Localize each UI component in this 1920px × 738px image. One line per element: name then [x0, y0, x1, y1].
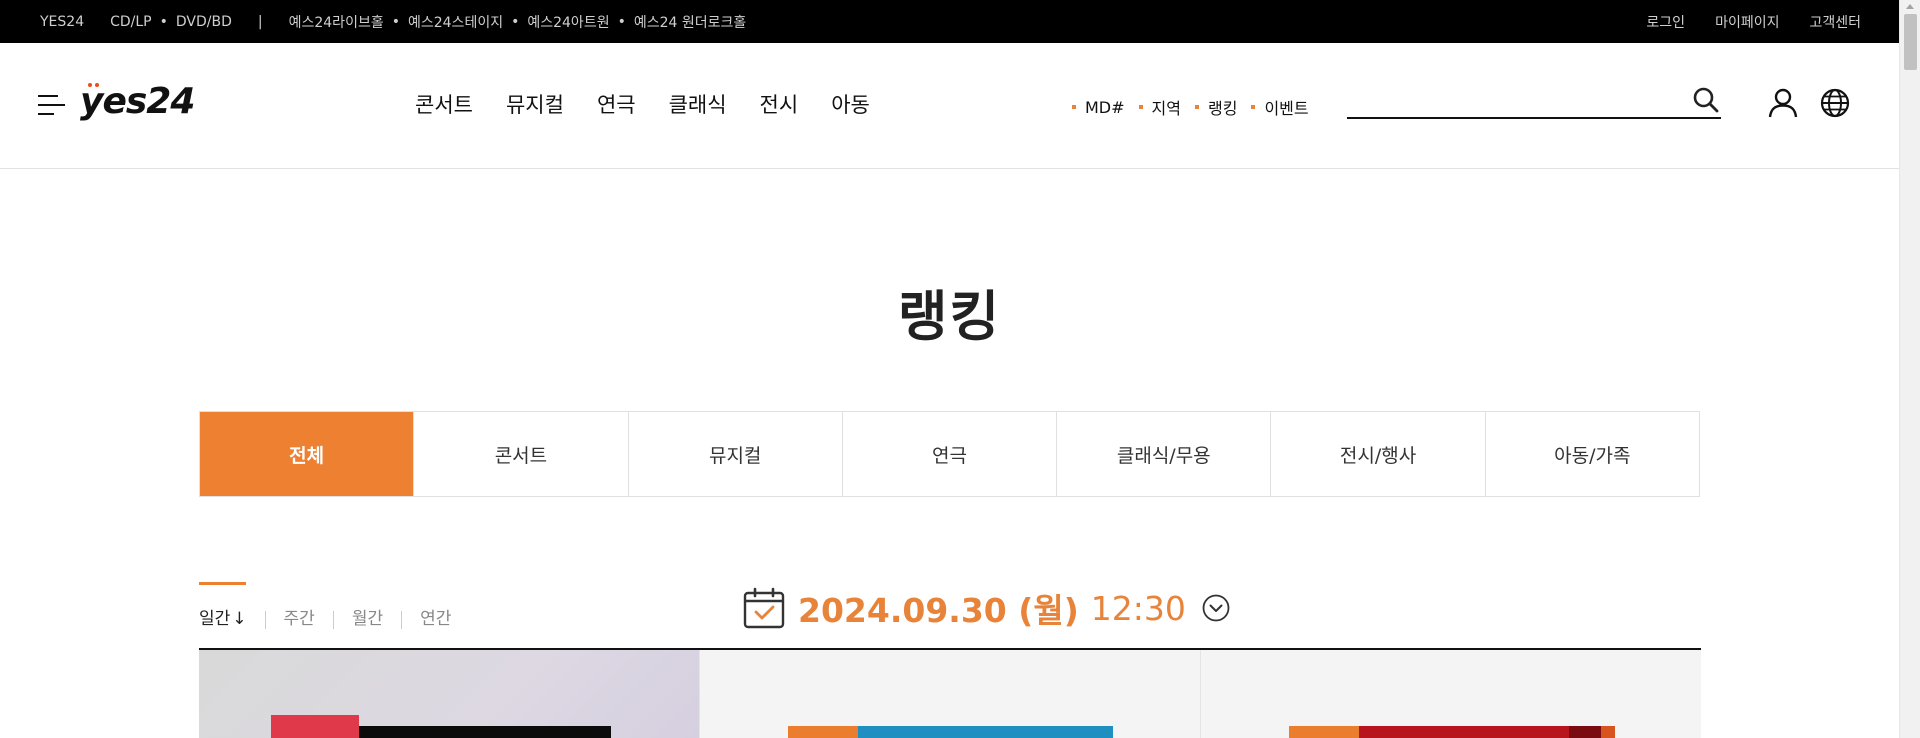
active-period-indicator	[199, 582, 246, 585]
ranking-card[interactable]	[699, 650, 1200, 738]
ranking-card[interactable]	[199, 650, 699, 738]
period-yearly[interactable]: 연간	[420, 604, 451, 629]
subnav-ranking[interactable]: 랭킹	[1194, 95, 1238, 119]
venue-link-artone[interactable]: 예스24아트원	[527, 12, 609, 32]
period-weekly[interactable]: 주간	[284, 604, 315, 629]
gnb-exhibition[interactable]: 전시	[760, 89, 799, 119]
poster-image	[1359, 726, 1569, 738]
poster-image	[1569, 726, 1601, 738]
tab-play[interactable]: 연극	[841, 412, 1056, 496]
user-icon[interactable]	[1767, 87, 1799, 119]
date-selector[interactable]: 2024.09.30 (월) 12:30	[742, 585, 1230, 631]
tab-all[interactable]: 전체	[200, 412, 414, 496]
separator-pipe: |	[257, 13, 263, 30]
subnav-event-label: 이벤트	[1264, 99, 1309, 118]
top-utility-bar: YES24 CD/LP • DVD/BD | 예스24라이브홀 • 예스24스테…	[0, 0, 1899, 43]
subnav-region[interactable]: 지역	[1138, 95, 1181, 119]
chevron-down-icon[interactable]	[1202, 594, 1230, 622]
globe-icon[interactable]	[1819, 87, 1851, 119]
yes24-link[interactable]: YES24	[40, 14, 84, 30]
scroll-up-icon[interactable]	[1906, 4, 1914, 9]
period-daily-label: 일간	[199, 609, 231, 629]
bullet-icon	[1138, 105, 1143, 109]
customer-center-link[interactable]: 고객센터	[1809, 12, 1861, 32]
poster-image	[359, 726, 611, 738]
period-monthly[interactable]: 월간	[352, 604, 383, 629]
scrollbar-thumb[interactable]	[1904, 14, 1917, 70]
poster-image	[1289, 726, 1359, 738]
top-bar-right: 로그인 마이페이지 고객센터	[1616, 0, 1861, 43]
search-box	[1347, 85, 1721, 119]
sort-arrow-icon: ↓	[232, 609, 247, 629]
poster-image	[1601, 726, 1615, 738]
separator-dot: •	[617, 13, 626, 30]
subnav-md[interactable]: MD#	[1072, 98, 1125, 117]
poster-image	[271, 715, 359, 738]
subnav-region-label: 지역	[1151, 99, 1181, 118]
tab-exhibition-event[interactable]: 전시/행사	[1270, 412, 1484, 496]
login-link[interactable]: 로그인	[1646, 12, 1685, 32]
top-bar-left: YES24 CD/LP • DVD/BD | 예스24라이브홀 • 예스24스테…	[40, 0, 746, 43]
ranking-card[interactable]	[1200, 650, 1701, 738]
venue-link-wonderrock[interactable]: 예스24 원더로크홀	[634, 12, 746, 32]
page-scrollbar[interactable]	[1899, 0, 1920, 738]
separator	[332, 610, 334, 629]
ranking-time: 12:30	[1090, 588, 1186, 628]
separator	[264, 610, 266, 629]
tab-concert[interactable]: 콘서트	[413, 412, 627, 496]
menu-icon[interactable]	[38, 95, 65, 115]
search-icon[interactable]	[1691, 85, 1721, 115]
category-tabs: 전체 콘서트 뮤지컬 연극 클래식/무용 전시/행사 아동/가족	[199, 411, 1700, 497]
ranking-date: 2024.09.30 (월)	[798, 591, 1079, 630]
yes24-logo[interactable]: yes24	[80, 81, 195, 122]
tab-classic-dance[interactable]: 클래식/무용	[1056, 412, 1270, 496]
period-daily[interactable]: 일간 ↓	[199, 604, 247, 629]
tab-musical[interactable]: 뮤지컬	[627, 412, 842, 496]
period-selector: 일간 ↓ 주간 월간 연간	[199, 604, 451, 629]
logo-accent	[88, 83, 100, 87]
gnb-kids[interactable]: 아동	[831, 89, 870, 119]
dvdbd-link[interactable]: DVD/BD	[176, 14, 232, 30]
subnav-ranking-label: 랭킹	[1207, 99, 1238, 118]
mypage-link[interactable]: 마이페이지	[1715, 12, 1779, 32]
separator-dot: •	[511, 13, 520, 30]
venue-link-livehall[interactable]: 예스24라이브홀	[289, 12, 384, 32]
main-header: yes24 콘서트 뮤지컬 연극 클래식 전시 아동 MD# 지역 랭킹 이벤트	[0, 43, 1899, 169]
separator-dot: •	[391, 13, 400, 30]
ranking-cards	[199, 650, 1701, 738]
subnav-md-label: MD#	[1085, 97, 1125, 117]
gnb-play[interactable]: 연극	[597, 89, 636, 119]
gnb-musical[interactable]: 뮤지컬	[506, 89, 564, 119]
bullet-icon	[1072, 105, 1076, 109]
subnav-event[interactable]: 이벤트	[1251, 95, 1309, 119]
sub-nav: MD# 지역 랭킹 이벤트	[1072, 95, 1323, 119]
bullet-icon	[1251, 105, 1256, 109]
tab-kids-family[interactable]: 아동/가족	[1484, 412, 1699, 496]
search-input[interactable]	[1347, 85, 1677, 115]
calendar-icon	[743, 587, 785, 629]
bullet-icon	[1194, 105, 1199, 109]
separator-dot: •	[159, 13, 168, 30]
poster-image	[788, 726, 858, 738]
genre-nav: 콘서트 뮤지컬 연극 클래식 전시 아동	[415, 89, 903, 119]
separator	[401, 610, 403, 629]
page-title: 랭킹	[897, 285, 1002, 348]
gnb-classic[interactable]: 클래식	[669, 89, 727, 119]
poster-image	[858, 726, 1113, 738]
cdlp-link[interactable]: CD/LP	[110, 14, 152, 30]
venue-link-stage[interactable]: 예스24스테이지	[408, 12, 503, 32]
gnb-concert[interactable]: 콘서트	[415, 89, 473, 119]
